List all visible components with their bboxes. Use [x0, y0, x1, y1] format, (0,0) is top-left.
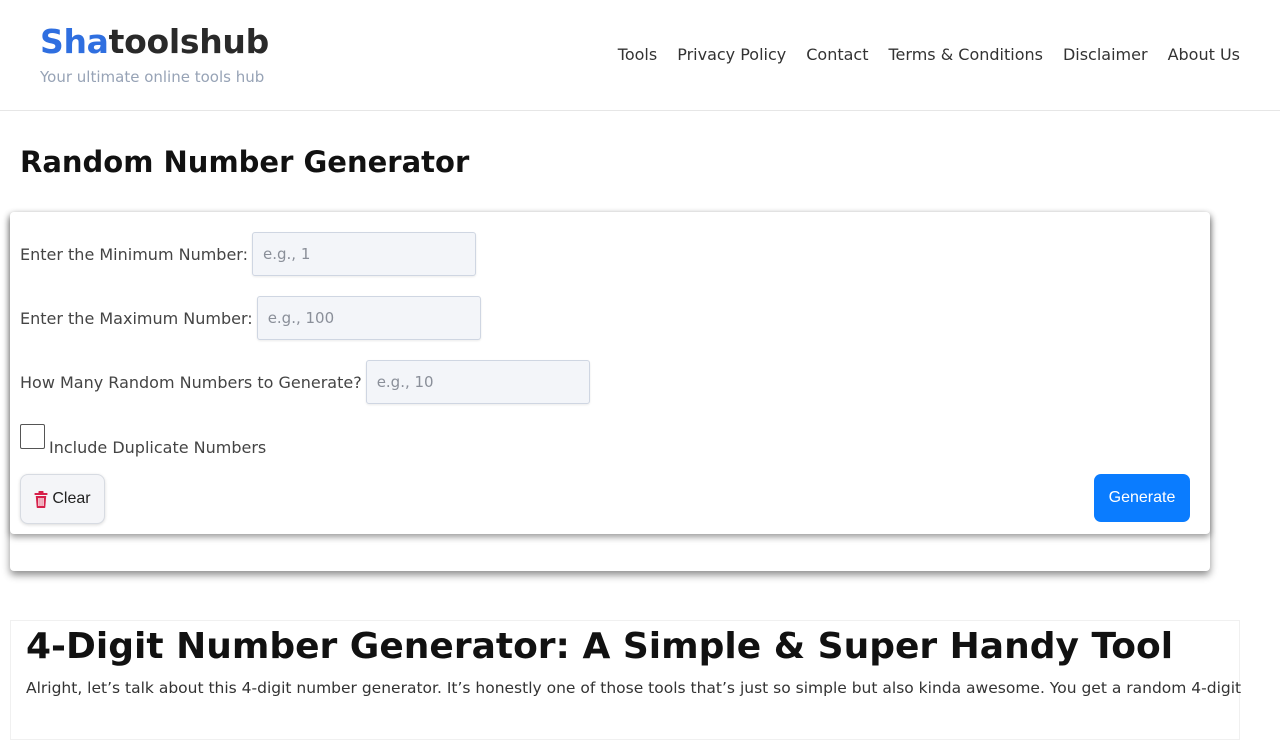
article-title: 4-Digit Number Generator: A Simple & Sup… — [26, 626, 1174, 667]
brand[interactable]: Shatoolshub Your ultimate online tools h… — [40, 22, 269, 86]
brand-logo-text[interactable]: Shatoolshub — [40, 22, 269, 62]
min-row: Enter the Minimum Number: — [20, 232, 476, 276]
include-duplicates-label[interactable]: Include Duplicate Numbers — [49, 438, 266, 457]
duplicates-row: Include Duplicate Numbers — [20, 424, 266, 457]
max-label: Enter the Maximum Number: — [20, 308, 253, 328]
tagline: Your ultimate online tools hub — [40, 68, 265, 86]
generate-button[interactable]: Generate — [1094, 474, 1190, 522]
article-intro: Alright, let’s talk about this 4-digit n… — [26, 679, 1242, 697]
min-label: Enter the Minimum Number: — [20, 244, 248, 264]
nav-about-us[interactable]: About Us — [1168, 44, 1240, 66]
nav-tools[interactable]: Tools — [618, 44, 657, 66]
nav-terms-conditions[interactable]: Terms & Conditions — [889, 44, 1043, 66]
count-row: How Many Random Numbers to Generate? — [20, 360, 590, 404]
site-header: Shatoolshub Your ultimate online tools h… — [0, 0, 1280, 111]
max-row: Enter the Maximum Number: — [20, 296, 481, 340]
clear-button-label: Clear — [52, 490, 91, 507]
article: 4-Digit Number Generator: A Simple & Sup… — [10, 620, 1242, 740]
brand-accent: Sha — [40, 22, 109, 61]
count-input[interactable] — [365, 360, 590, 404]
count-label: How Many Random Numbers to Generate? — [20, 372, 362, 392]
brand-rest: toolshub — [108, 22, 270, 61]
page-title: Random Number Generator — [20, 145, 470, 179]
trash-icon — [34, 490, 48, 508]
nav-privacy-policy[interactable]: Privacy Policy — [677, 44, 786, 66]
nav-contact[interactable]: Contact — [806, 44, 868, 66]
include-duplicates-checkbox[interactable] — [20, 424, 45, 449]
clear-button[interactable]: Clear — [20, 474, 105, 524]
nav-disclaimer[interactable]: Disclaimer — [1063, 44, 1148, 66]
max-number-input[interactable] — [256, 296, 481, 340]
generator-form: Enter the Minimum Number: Enter the Maxi… — [10, 212, 1210, 534]
main-nav: Tools Privacy Policy Contact Terms & Con… — [618, 44, 1240, 66]
min-number-input[interactable] — [252, 232, 476, 276]
